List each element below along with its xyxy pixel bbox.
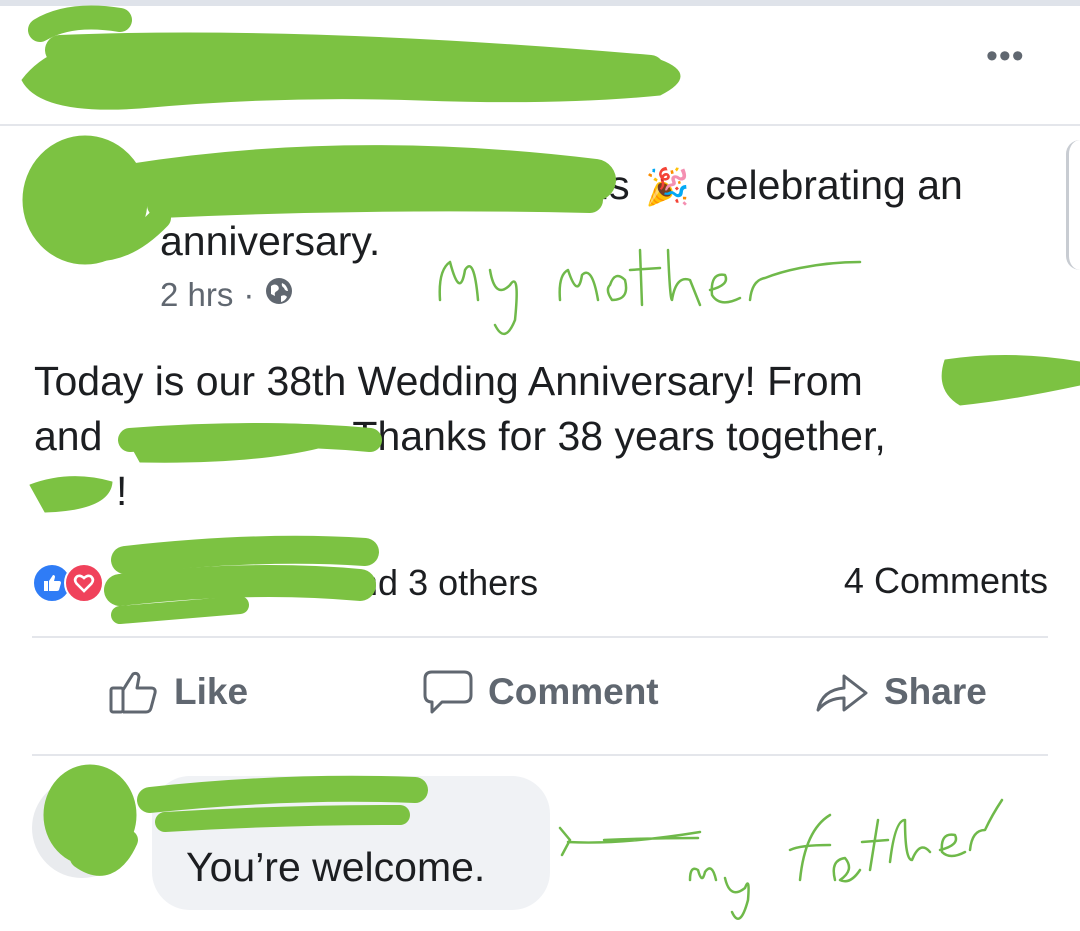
top-edge: [0, 0, 1080, 6]
redaction-scribble: [45, 32, 665, 85]
header-divider: [0, 124, 1080, 126]
globe-icon: [264, 276, 294, 314]
post-text-thanks: Thanks for 38 years together,: [352, 413, 886, 459]
redaction-scribble: [111, 596, 249, 624]
meta-separator: ·: [243, 276, 255, 313]
reactions-divider: [32, 636, 1048, 638]
speech-bubble-icon: [423, 670, 473, 714]
share-arrow-icon: [816, 674, 868, 712]
comment-label: Comment: [488, 671, 659, 712]
post-text-end: !: [116, 468, 128, 514]
post-text-and: and: [34, 413, 103, 459]
party-popper-icon: 🎉: [645, 166, 690, 207]
reactors-others[interactable]: and 3 others: [338, 562, 538, 604]
thumbs-up-icon: [109, 671, 157, 714]
share-button[interactable]: Share: [814, 668, 987, 716]
handwritten-arrow: [558, 826, 702, 857]
post-time[interactable]: 2 hrs: [160, 276, 233, 314]
comment-button[interactable]: Comment: [422, 668, 659, 716]
like-label: Like: [174, 671, 249, 712]
actions-divider: [32, 754, 1048, 756]
headline-rest: celebrating an anniversary.: [160, 162, 963, 264]
more-options-icon[interactable]: •••: [986, 39, 1025, 73]
share-label: Share: [884, 671, 987, 712]
post-text-line1: Today is our 38th Wedding Anniversary! F…: [34, 358, 863, 404]
scroll-edge: [1066, 140, 1080, 270]
redaction-scribble: [21, 39, 681, 110]
redaction-scribble: [28, 5, 132, 42]
like-button[interactable]: Like: [108, 668, 248, 716]
reactions-summary[interactable]: and 3 others: [32, 562, 538, 604]
post-body: Today is our 38th Wedding Anniversary! F…: [34, 354, 1074, 519]
headline-is: is: [600, 162, 630, 208]
poster-avatar[interactable]: [34, 150, 144, 260]
post-actions: Like Comment Share: [0, 668, 1080, 728]
love-reaction-icon: [64, 563, 104, 603]
commenter-avatar[interactable]: [32, 778, 132, 878]
comment-text: You’re welcome.: [186, 844, 486, 890]
handwritten-my-father: [688, 798, 1004, 920]
comment-bubble: You’re welcome.: [152, 776, 550, 910]
post-meta: 2 hrs ·: [160, 276, 294, 314]
redaction-scribble: [111, 535, 379, 574]
post-headline: is 🎉 celebrating an anniversary.: [160, 158, 1020, 269]
comments-count[interactable]: 4 Comments: [844, 560, 1048, 602]
